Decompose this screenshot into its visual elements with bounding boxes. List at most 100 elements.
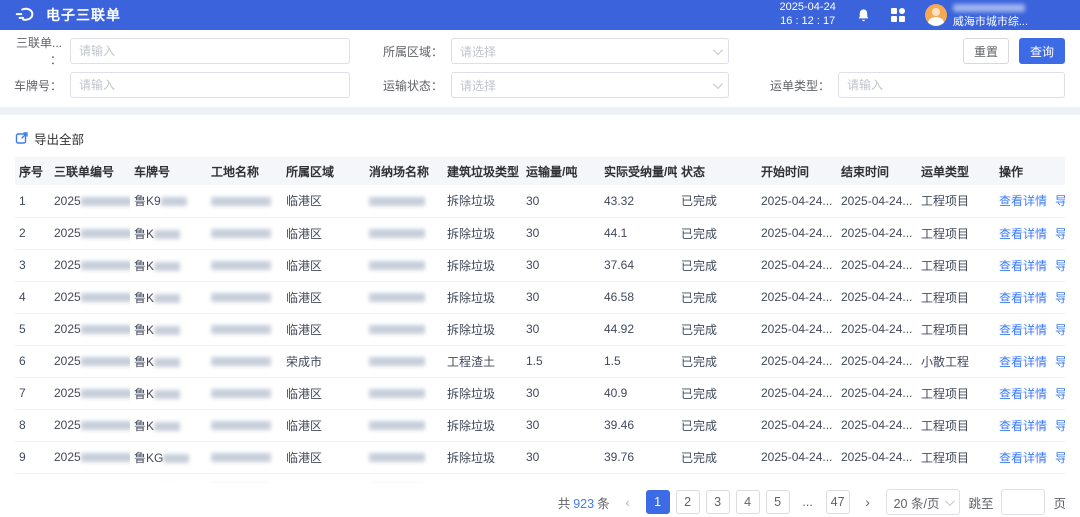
column-header: 消纳场名称 [365,157,443,185]
end-time-cell: 2025-04-24... [841,418,912,432]
triple-number: 2025 [54,386,81,400]
received-amount-cell: 39.46 [604,418,634,432]
view-detail-link[interactable]: 查看详情 [999,323,1047,337]
status-badge: 已完成 [681,227,717,241]
row-serial: 9 [19,450,26,464]
export-row-link[interactable]: 导出 [1055,419,1065,433]
start-time-cell: 2025-04-24... [761,322,832,336]
prev-page-button[interactable]: ‹ [618,494,638,510]
view-detail-link[interactable]: 查看详情 [999,291,1047,305]
export-row-link[interactable]: 导出 [1055,227,1065,241]
waybill-type-cell: 工程项目 [921,483,969,484]
user-profile[interactable]: 威海市城市综... [925,1,1028,30]
page-size-select[interactable]: 20 条/页 [886,489,961,515]
table-row: 7 2025 鲁K 临港区 拆除垃圾 30 40.9 已完成 2025-04-2… [15,377,1065,409]
page-button[interactable]: 5 [766,490,790,514]
redacted-site-name [211,197,271,206]
redacted-facility-name [369,421,425,430]
view-detail-link[interactable]: 查看详情 [999,259,1047,273]
row-serial: 1 [19,194,26,208]
view-detail-link[interactable]: 查看详情 [999,194,1047,208]
view-detail-link[interactable]: 查看详情 [999,387,1047,401]
status-badge: 已完成 [681,323,717,337]
view-detail-link[interactable]: 查看详情 [999,451,1047,465]
reset-button[interactable]: 重置 [963,38,1009,64]
end-time-cell: 2025-04-24... [841,258,912,272]
waybill-type-cell: 工程项目 [921,259,969,273]
table-row: 6 2025 鲁K 荣成市 工程渣土 1.5 1.5 已完成 2025-04-2… [15,345,1065,377]
waste-type-cell: 拆除垃圾 [447,451,495,465]
export-row-link[interactable]: 导出 [1055,387,1065,401]
jump-to-label: 跳至 [968,493,993,512]
waybill-type-input[interactable] [838,72,1065,98]
apps-grid-icon[interactable] [891,8,905,22]
page-button[interactable]: 1 [646,490,670,514]
app-logo-icon [14,7,36,23]
table-row: 5 2025 鲁K 临港区 拆除垃圾 30 44.92 已完成 2025-04-… [15,313,1065,345]
redacted-text [81,229,130,238]
view-detail-link[interactable]: 查看详情 [999,483,1047,484]
page-button[interactable]: 47 [826,490,850,514]
transport-amount-cell: 1.5 [526,354,543,368]
region-cell: 临港区 [286,323,322,337]
start-time-cell: 2025-04-24... [761,194,832,208]
page-button[interactable]: 3 [706,490,730,514]
plate-number: 鲁K [134,323,154,337]
view-detail-link[interactable]: 查看详情 [999,419,1047,433]
row-serial: 2 [19,226,26,240]
waybill-type-cell: 工程项目 [921,227,969,241]
redacted-facility-name [369,197,425,206]
plate-number: 鲁K [134,419,154,433]
export-row-link[interactable]: 导出 [1055,323,1065,337]
triple-no-input[interactable] [70,38,350,64]
view-detail-link[interactable]: 查看详情 [999,355,1047,369]
transport-status-select[interactable]: 请选择 [451,72,729,98]
export-row-link[interactable]: 导出 [1055,451,1065,465]
transport-amount-cell: 30 [526,482,539,483]
export-icon [15,131,29,145]
region-cell: 临港区 [286,451,322,465]
waste-type-cell: 拆除垃圾 [447,387,495,401]
row-serial: 10 [19,482,32,483]
chevron-down-icon [945,496,955,506]
redacted-text [154,262,180,271]
column-header: 三联单编号 [50,157,130,185]
top-bar: 电子三联单 2025-04-24 16 : 12 : 17 威海市城市综... [0,0,1080,30]
triple-number: 20250418100 [54,482,127,483]
received-amount-cell: 44.92 [604,322,634,336]
export-row-link[interactable]: 导出 [1055,355,1065,369]
redacted-facility-name [369,357,425,366]
export-row-link[interactable]: 导出 [1055,194,1065,208]
table-row: 2 2025 鲁K 临港区 拆除垃圾 30 44.1 已完成 2025-04-2… [15,217,1065,249]
user-org-label: 威海市城市综... [953,15,1028,29]
plate-input[interactable] [70,72,350,98]
page-button[interactable]: 4 [736,490,760,514]
export-row-link[interactable]: 导出 [1055,483,1065,484]
row-serial: 3 [19,258,26,272]
next-page-button[interactable]: › [858,494,878,510]
column-header: 运单类型 [917,157,995,185]
start-time-cell: 2025-04-24... [761,290,832,304]
transport-amount-cell: 30 [526,450,539,464]
redacted-facility-name [369,453,425,462]
page-button[interactable]: 2 [676,490,700,514]
view-detail-link[interactable]: 查看详情 [999,227,1047,241]
query-button[interactable]: 查询 [1019,38,1065,64]
column-header: 开始时间 [757,157,837,185]
export-row-link[interactable]: 导出 [1055,291,1065,305]
menu-hamburger-icon[interactable] [1048,9,1066,21]
redacted-text [81,293,130,302]
column-header: 序号 [15,157,50,185]
region-select[interactable]: 请选择 [451,38,729,64]
redacted-site-name [211,261,271,270]
redacted-facility-name [369,325,425,334]
jump-to-page-input[interactable] [1001,489,1045,515]
waybill-type-cell: 工程项目 [921,419,969,433]
export-row-link[interactable]: 导出 [1055,259,1065,273]
export-all-button[interactable]: 导出全部 [15,129,84,148]
region-cell: 临港区 [286,259,322,273]
status-badge: 已完成 [681,355,717,369]
waste-type-cell: 拆除垃圾 [447,323,495,337]
notification-bell-icon[interactable] [856,8,871,23]
current-date: 2025-04-24 [780,1,836,15]
